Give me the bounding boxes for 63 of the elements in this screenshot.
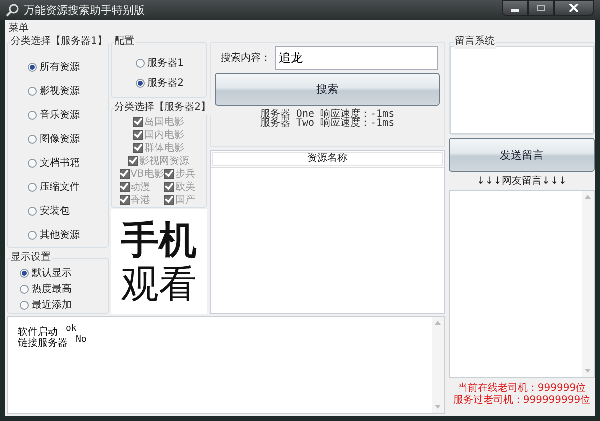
radio-option[interactable]: 最近添加 [12, 297, 72, 313]
radio-option[interactable]: 其他资源 [12, 223, 80, 247]
checkbox-option: 影视网资源 [128, 154, 190, 167]
radio-option[interactable]: 影视资源 [12, 79, 80, 103]
radio-button[interactable] [28, 158, 37, 168]
radio-option[interactable]: 文档书籍 [12, 151, 80, 175]
server-speed-text: 服务器 Two 响应速度：-1ms [260, 119, 395, 128]
radio-button[interactable] [28, 230, 37, 240]
radio-option[interactable]: 默认显示 [12, 265, 72, 281]
promo-text: 观看 [120, 262, 197, 306]
maximize-button[interactable] [528, 0, 554, 16]
radio-option[interactable]: 安装包 [12, 199, 70, 223]
scrollbar[interactable] [582, 191, 594, 377]
radio-option[interactable]: 服务器1 [116, 53, 184, 73]
server-speed-text: 服务器 One 响应速度：-1ms [260, 110, 395, 119]
checkbox-option: 香港 [120, 193, 164, 206]
radio-button[interactable] [20, 300, 29, 310]
checkbox-option: 国内电影 [133, 128, 184, 141]
search-button[interactable]: 搜索 [215, 73, 440, 106]
checkbox-option: 欧美 [164, 180, 204, 193]
radio-button[interactable] [28, 134, 37, 144]
magnifier-icon [6, 3, 20, 17]
promo-text: 手机 [120, 218, 197, 262]
radio-option[interactable]: 音乐资源 [12, 103, 80, 127]
radio-button[interactable] [28, 110, 37, 120]
log-value: No [76, 335, 87, 346]
send-message-button[interactable]: 发送留言 [449, 138, 595, 172]
radio-button[interactable] [28, 182, 37, 192]
scrollbar[interactable] [432, 317, 444, 413]
radio-button[interactable] [136, 78, 145, 88]
column-header[interactable]: 资源名称 [212, 152, 443, 166]
checkbox-option: 群体电影 [133, 141, 184, 154]
checkbox-option: 步兵 [164, 167, 204, 180]
maximize-icon [536, 4, 546, 12]
radio-button[interactable] [20, 268, 29, 278]
radio-option[interactable]: 热度最高 [12, 281, 72, 297]
close-icon [569, 4, 579, 12]
radio-option[interactable]: 图像资源 [12, 127, 80, 151]
board-title: ↓↓↓网友留言↓↓↓ [476, 174, 568, 189]
checkbox-option: 动漫 [120, 180, 164, 193]
group-title: 分类选择【服务器2】 [114, 101, 212, 115]
radio-button[interactable] [28, 62, 37, 72]
radio-option[interactable]: 服务器2 [116, 73, 184, 93]
stats-text: 服务过老司机：999999999位 [452, 395, 592, 407]
close-button[interactable] [554, 0, 594, 16]
checkbox-option: 国产 [164, 193, 204, 206]
radio-button[interactable] [20, 284, 29, 294]
log-text: 链接服务器 [18, 338, 68, 349]
radio-option[interactable]: 所有资源 [12, 55, 80, 79]
search-label: 搜索内容： [221, 52, 271, 65]
radio-button[interactable] [28, 206, 37, 216]
menu-item[interactable]: 菜单 [7, 22, 31, 36]
log-value: ok [66, 324, 77, 335]
stats-text: 当前在线老司机：999999位 [456, 383, 588, 394]
minimize-button[interactable] [502, 0, 528, 16]
radio-button[interactable] [28, 86, 37, 96]
window-title: 万能资源搜索助手特别版 [24, 2, 146, 18]
checkbox-option: VB电影 [120, 167, 164, 180]
radio-button[interactable] [136, 58, 145, 68]
search-field[interactable]: 追龙 [275, 46, 438, 70]
log-text: 软件启动 [18, 327, 58, 338]
radio-option[interactable]: 压缩文件 [12, 175, 80, 199]
checkbox-option: 岛国电影 [133, 115, 184, 128]
